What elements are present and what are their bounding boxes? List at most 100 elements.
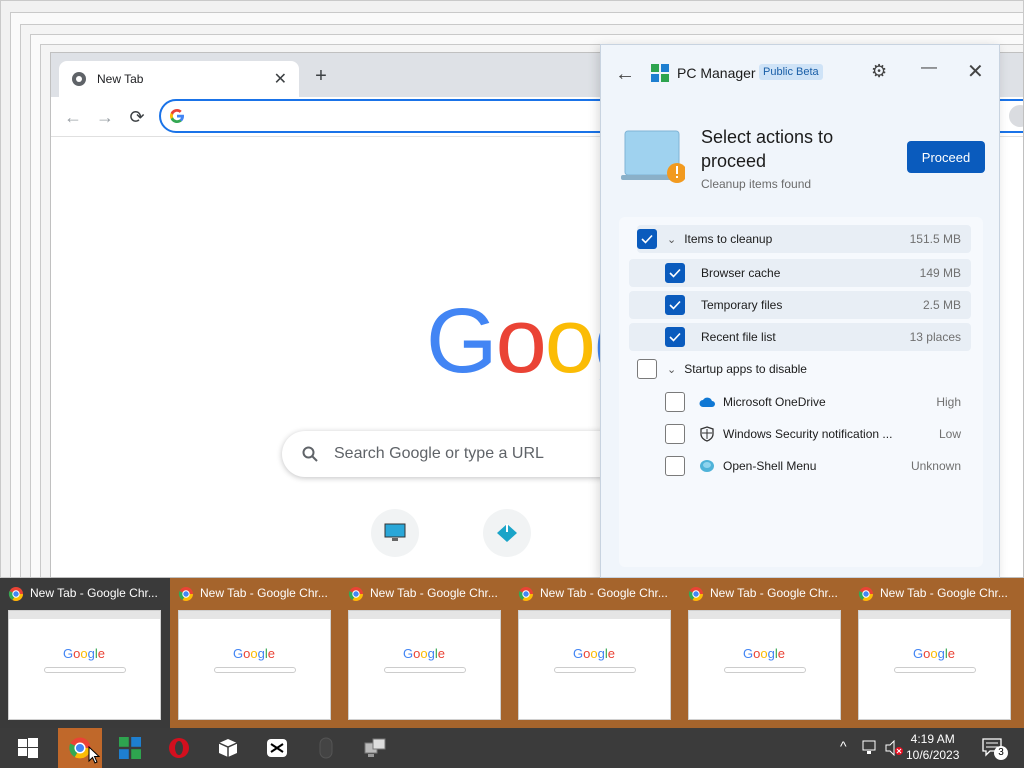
mouse-icon [319, 737, 333, 759]
monitor-icon [384, 523, 406, 541]
chrome-icon [8, 587, 23, 601]
chrome-icon [348, 587, 363, 601]
thumbnail-title: New Tab - Google Chr... [710, 586, 838, 600]
back-button[interactable]: ← [61, 105, 85, 129]
taskbar-mouse-app-button[interactable] [304, 728, 348, 768]
chrome-icon [858, 587, 873, 601]
item-label: Recent file list [701, 330, 776, 344]
shortcut-tile[interactable] [483, 509, 531, 557]
thumbnail-preview: Google [348, 610, 501, 720]
thumbnail-title: New Tab - Google Chr... [540, 586, 668, 600]
taskbar-capcut-button[interactable] [255, 728, 299, 768]
pcm-title: PC Manager [677, 65, 756, 81]
thumbnail-window[interactable]: New Tab - Google Chr... Google [850, 578, 1020, 728]
thumbnail-window[interactable]: New Tab - Google Chr... Google [680, 578, 850, 728]
group-label: Items to cleanup [684, 232, 773, 246]
chevron-down-icon[interactable]: ⌄ [667, 233, 676, 246]
thumbnail-title: New Tab - Google Chr... [30, 586, 158, 600]
list-item-onedrive[interactable]: Microsoft OneDrive High [629, 388, 971, 416]
laptop-warning-icon [621, 130, 685, 183]
thumbnail-window[interactable]: New Tab - Google Chr... Google [0, 578, 170, 728]
chrome-icon [518, 587, 533, 601]
clock-date: 10/6/2023 [906, 748, 960, 762]
list-item-open-shell[interactable]: Open-Shell Menu Unknown [629, 452, 971, 480]
chevron-down-icon[interactable]: ⌄ [667, 363, 676, 376]
package-box-icon [218, 739, 238, 757]
capcut-icon [267, 739, 287, 757]
checkbox-unchecked[interactable] [665, 392, 685, 412]
taskbar-network-app-button[interactable] [353, 728, 397, 768]
chrome-icon [688, 587, 703, 601]
minimize-icon[interactable]: — [921, 59, 937, 77]
forward-button[interactable]: → [93, 105, 117, 129]
shortcut-tile[interactable] [371, 509, 419, 557]
diamond-logo-icon [497, 524, 517, 542]
opera-icon [169, 738, 189, 758]
list-item-temporary-files[interactable]: Temporary files 2.5 MB [629, 291, 971, 319]
taskbar-chrome-button[interactable] [58, 728, 102, 768]
thumbnail-title: New Tab - Google Chr... [880, 586, 1008, 600]
taskbar-opera-button[interactable] [157, 728, 201, 768]
taskbar-pc-manager-button[interactable] [108, 728, 152, 768]
thumbnail-preview: Google [178, 610, 331, 720]
taskbar: ^ 4:19 AM 10/6/2023 3 [0, 728, 1024, 768]
chrome-icon [178, 587, 193, 601]
network-icon[interactable] [862, 740, 880, 756]
pcm-subheading: Cleanup items found [701, 177, 812, 191]
group-value: 151.5 MB [909, 232, 961, 246]
close-icon[interactable]: ✕ [967, 59, 984, 84]
thumbnail-title: New Tab - Google Chr... [370, 586, 498, 600]
tab-new-tab[interactable]: New Tab ✕ [59, 61, 299, 97]
group-items-to-cleanup[interactable]: ⌄ Items to cleanup 151.5 MB [637, 225, 971, 253]
settings-gear-icon[interactable]: ⚙ [871, 61, 887, 82]
thumbnail-window[interactable]: New Tab - Google Chr... Google [170, 578, 340, 728]
proceed-button[interactable]: Proceed [907, 141, 985, 173]
start-button[interactable] [6, 728, 50, 768]
item-label: Open-Shell Menu [723, 459, 817, 473]
new-tab-button[interactable]: + [309, 65, 333, 89]
list-item-recent-file-list[interactable]: Recent file list 13 places [629, 323, 971, 351]
pcm-back-button[interactable]: ← [615, 63, 635, 86]
thumbnail-title: New Tab - Google Chr... [200, 586, 328, 600]
shield-icon [700, 426, 714, 442]
reload-button[interactable]: ⟳ [125, 105, 149, 129]
item-label: Windows Security notification ... [723, 427, 893, 441]
list-item-windows-security[interactable]: Windows Security notification ... Low [629, 420, 971, 448]
checkbox-unchecked[interactable] [637, 359, 657, 379]
clock-time: 4:19 AM [910, 732, 955, 746]
checkbox-unchecked[interactable] [665, 424, 685, 444]
openshell-icon [700, 460, 714, 472]
volume-muted-icon[interactable] [884, 740, 904, 756]
windows-logo-icon [18, 738, 38, 758]
taskbar-clock[interactable]: 4:19 AM 10/6/2023 [906, 731, 959, 763]
thumbnail-window[interactable]: New Tab - Google Chr... Google [340, 578, 510, 728]
taskbar-package-button[interactable] [206, 728, 250, 768]
item-value: 2.5 MB [922, 298, 961, 312]
checkbox-checked[interactable] [665, 327, 685, 347]
thumbnail-preview: Google [688, 610, 841, 720]
tray-chevron-icon[interactable]: ^ [840, 738, 847, 754]
checkbox-checked[interactable] [665, 295, 685, 315]
search-icon [302, 446, 318, 462]
checkbox-unchecked[interactable] [665, 456, 685, 476]
tab-title: New Tab [97, 72, 144, 86]
checkbox-checked[interactable] [637, 229, 657, 249]
item-value: 13 places [909, 330, 961, 344]
list-item-browser-cache[interactable]: Browser cache 149 MB [629, 259, 971, 287]
notification-center-button[interactable]: 3 [982, 738, 1008, 763]
notification-count-badge: 3 [994, 746, 1008, 760]
taskbar-thumbnail-strip: New Tab - Google Chr... Google New Tab -… [0, 578, 1024, 728]
group-startup-apps[interactable]: ⌄ Startup apps to disable [637, 355, 971, 383]
item-value: Unknown [910, 459, 961, 473]
profile-avatar-icon[interactable] [1009, 105, 1023, 127]
item-label: Temporary files [701, 298, 783, 312]
pc-manager-panel: ← PC Manager Public Beta ⚙ — ✕ Select ac… [600, 44, 1000, 578]
thumbnail-window[interactable]: New Tab - Google Chr... Google [510, 578, 680, 728]
item-value: Low [938, 427, 961, 441]
close-tab-icon[interactable]: ✕ [274, 69, 287, 89]
item-label: Browser cache [701, 266, 781, 280]
item-value: 149 MB [919, 266, 961, 280]
checkbox-checked[interactable] [665, 263, 685, 283]
mouse-cursor-icon [88, 746, 100, 764]
public-beta-badge: Public Beta [759, 64, 823, 80]
